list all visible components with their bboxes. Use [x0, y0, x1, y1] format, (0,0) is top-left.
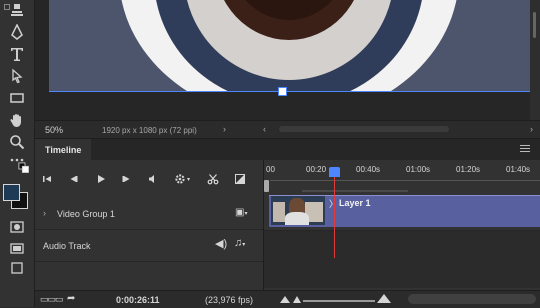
quick-mask-icon[interactable]	[6, 217, 28, 237]
empty-lane	[264, 258, 540, 288]
ruler-tick-label: 01:00s	[406, 165, 431, 174]
playhead-handle[interactable]	[329, 167, 340, 177]
ruler-baseline	[270, 180, 540, 181]
ruler-tick-label: 00:40s	[356, 165, 381, 174]
ruler-tick-label: 00:20	[306, 165, 327, 174]
horizontal-scrollbar[interactable]	[279, 126, 449, 132]
video-track-options-icon[interactable]: ▣▾	[235, 207, 247, 218]
clip-thumbnail	[271, 196, 325, 225]
frame-rate: (23,976 fps)	[205, 295, 254, 305]
ruler-tick-label: 00	[266, 165, 275, 174]
transform-bounding-edge	[49, 91, 530, 92]
status-menu-chevron-icon[interactable]: ›	[223, 124, 226, 134]
zoom-tool-icon[interactable]	[6, 132, 28, 152]
rectangle-tool-icon[interactable]	[6, 88, 28, 108]
track-audio[interactable]: Audio Track ◀) ♫▾	[35, 229, 263, 262]
ruler-tick-label: 01:20s	[456, 165, 481, 174]
convert-to-frame-animation-icon[interactable]: ▭▭▭	[40, 294, 63, 305]
default-colors-icon[interactable]	[18, 162, 32, 176]
scroll-left-chevron-icon[interactable]: ‹	[263, 124, 266, 134]
mute-audio-icon[interactable]	[146, 172, 160, 186]
timeline-horizontal-scrollbar[interactable]	[408, 294, 536, 304]
foreground-color-swatch-top[interactable]	[3, 184, 20, 201]
transform-handle[interactable]	[278, 87, 287, 96]
transition-icon[interactable]	[233, 172, 247, 186]
track-video-group[interactable]: › Video Group 1 ▣▾	[35, 197, 263, 230]
zoom-level[interactable]: 50%	[45, 125, 63, 135]
type-tool-icon[interactable]	[6, 44, 28, 64]
next-frame-icon[interactable]	[120, 172, 134, 186]
panel-menu-icon[interactable]	[520, 145, 530, 154]
zoom-in-mountain-icon[interactable]	[377, 294, 391, 303]
current-timecode: 0:00:26:11	[116, 295, 160, 305]
artboard-icon[interactable]	[6, 258, 28, 278]
timeline-zoom-slider[interactable]	[303, 300, 375, 302]
vertical-scrollbar[interactable]	[530, 0, 540, 120]
zoom-slider-knob[interactable]	[293, 296, 301, 303]
timeline-tab-bar: Timeline	[35, 138, 540, 161]
time-ruler[interactable]: 00 00:20 00:40s 01:00s 01:20s 01:40s	[264, 160, 540, 193]
document-info: 1920 px x 1080 px (72 ppi)	[102, 126, 197, 135]
hand-tool-icon[interactable]	[6, 110, 28, 130]
split-at-playhead-scissors-icon[interactable]	[205, 172, 221, 186]
go-to-first-frame-icon[interactable]	[40, 172, 54, 186]
scroll-right-chevron-icon[interactable]: ›	[530, 124, 533, 134]
status-bar: 50% 1920 px x 1080 px (72 ppi) › ‹ ›	[35, 120, 540, 138]
stamp-tool-icon[interactable]	[6, 0, 28, 20]
pen-tool-icon[interactable]	[6, 22, 28, 42]
play-button-icon[interactable]	[94, 172, 108, 186]
canvas-image	[49, 0, 530, 92]
previous-frame-icon[interactable]	[66, 172, 80, 186]
expand-track-chevron-icon[interactable]: ›	[43, 208, 46, 218]
ruler-tick-label: 01:40s	[506, 165, 531, 174]
audio-volume-icon[interactable]: ◀)	[215, 237, 227, 250]
settings-gear-icon[interactable]: ▾	[173, 172, 191, 186]
screen-mode-icon[interactable]	[6, 238, 28, 258]
track-label: Audio Track	[43, 241, 91, 251]
document-canvas[interactable]	[35, 0, 530, 120]
playhead-line	[334, 176, 335, 258]
audio-options-music-icon[interactable]: ♫▾	[234, 237, 245, 249]
audio-track-lane[interactable]	[264, 230, 540, 259]
timeline-bottom-bar: ▭▭▭ ➦ 0:00:26:11 (23,976 fps)	[35, 290, 540, 308]
zoom-out-mountain-icon[interactable]	[280, 296, 290, 303]
render-video-arrow-icon[interactable]: ➦	[67, 293, 75, 304]
vertical-scroll-thumb[interactable]	[533, 12, 536, 38]
tab-timeline[interactable]: Timeline	[35, 139, 92, 161]
clip-label: Layer 1	[339, 198, 371, 208]
tools-panel	[0, 0, 35, 307]
track-label: Video Group 1	[57, 209, 115, 219]
work-area-bar[interactable]	[302, 190, 408, 192]
path-selection-tool-icon[interactable]	[6, 66, 28, 86]
work-area-start-handle[interactable]	[264, 180, 269, 192]
